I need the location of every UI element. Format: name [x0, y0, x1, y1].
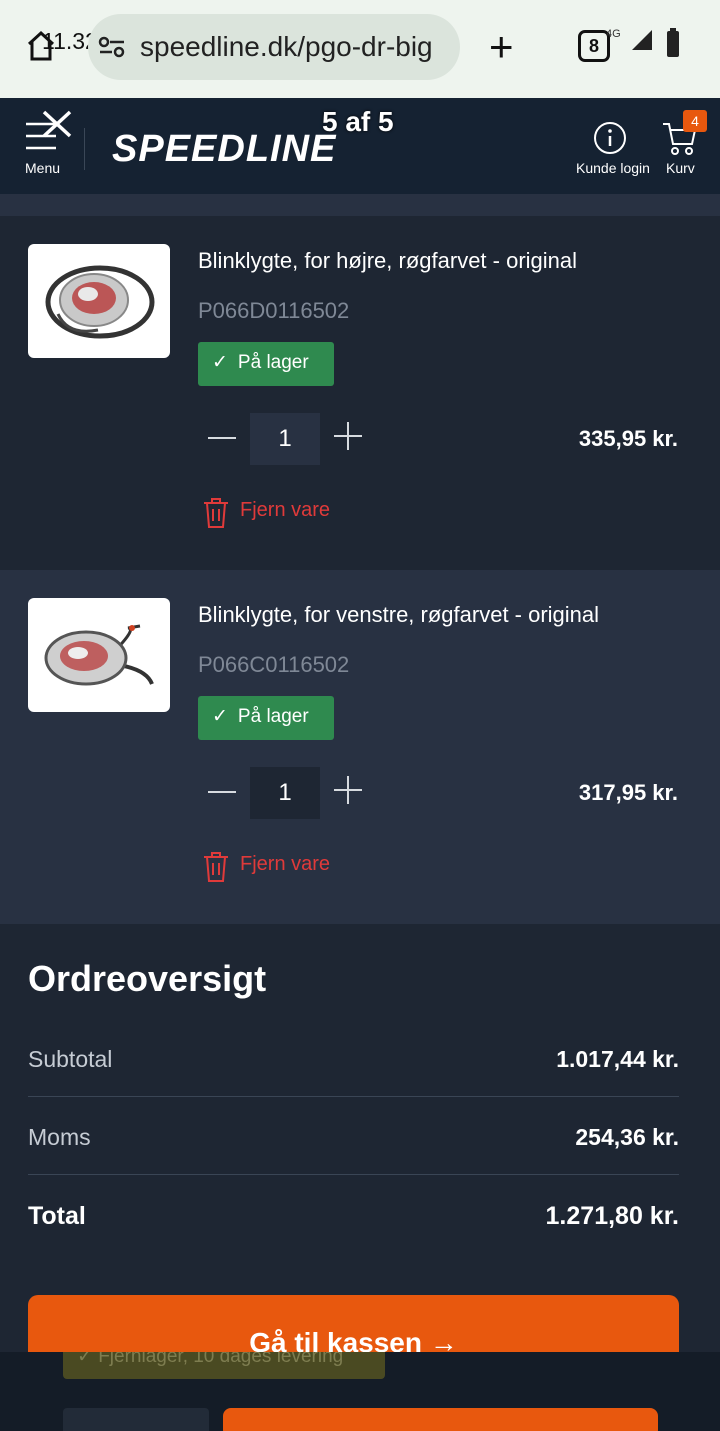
total-value: 1.271,80 kr. [545, 1202, 679, 1230]
vat-value: 254,36 kr. [575, 1124, 679, 1150]
new-tab-icon[interactable]: + [489, 26, 514, 68]
url-text[interactable]: speedline.dk/pgo-dr-big [140, 31, 450, 63]
summary-title: Ordreoversigt [28, 958, 267, 999]
turn-signal-image-icon [45, 265, 155, 339]
item-price: 317,95 kr. [578, 780, 678, 805]
cart-item: Blinklygte, for venstre, røgfarvet - ori… [0, 570, 720, 924]
product-image[interactable] [28, 598, 170, 712]
quantity-field[interactable]: 1 [250, 413, 320, 465]
network-type: 4G [606, 28, 621, 40]
increase-quantity-button[interactable] [334, 422, 362, 450]
product-sku: P066D0116502 [198, 298, 350, 323]
remove-item-button[interactable]: Fjern vare [240, 853, 330, 876]
stock-badge: ✓ På lager [198, 342, 334, 386]
increase-quantity-button[interactable] [334, 776, 362, 804]
total-label: Total [28, 1202, 86, 1230]
subtotal-value: 1.017,44 kr. [556, 1046, 679, 1072]
cart-label[interactable]: Kurv [666, 160, 695, 176]
decrease-quantity-button[interactable] [208, 791, 236, 793]
stock-label: På lager [237, 352, 309, 373]
vat-label: Moms [28, 1124, 91, 1150]
remote-stock-badge: ✓ Fjernlager, 10 dages levering [63, 1352, 385, 1379]
checkmark-icon: ✓ [212, 706, 228, 727]
header-divider [84, 128, 85, 170]
info-icon[interactable] [593, 121, 627, 155]
battery-icon [667, 28, 679, 57]
cart-panel: Blinklygte, for højre, røgfarvet - origi… [0, 194, 720, 1352]
cart-item: Blinklygte, for højre, røgfarvet - origi… [0, 216, 720, 570]
background-add-to-cart-button [223, 1408, 658, 1431]
remove-item-button[interactable]: Fjern vare [240, 499, 330, 522]
decrease-quantity-button[interactable] [208, 437, 236, 439]
quantity-field[interactable]: 1 [250, 767, 320, 819]
turn-signal-image-icon [44, 624, 154, 686]
order-summary: Ordreoversigt Subtotal 1.017,44 kr. Moms… [0, 924, 720, 1352]
product-sku: P066C0116502 [198, 652, 350, 677]
speedline-logo[interactable]: SPEEDLINE [112, 128, 336, 171]
menu-close-icon[interactable] [26, 110, 74, 150]
product-name[interactable]: Blinklygte, for højre, røgfarvet - origi… [198, 248, 577, 274]
summary-divider [28, 1174, 679, 1175]
site-settings-icon[interactable] [98, 36, 126, 58]
item-price: 335,95 kr. [578, 426, 678, 451]
panel-top-strip [0, 194, 720, 216]
summary-divider [28, 1096, 679, 1097]
subtotal-label: Subtotal [28, 1046, 113, 1072]
image-counter: 5 af 5 [322, 106, 394, 137]
browser-bar: 11.32 speedline.dk/pgo-dr-big + 8 4G [0, 0, 720, 98]
stock-badge: ✓ På lager [198, 696, 334, 740]
customer-login-label[interactable]: Kunde login [576, 160, 650, 176]
menu-label[interactable]: Menu [25, 160, 60, 176]
cart-count-badge: 4 [683, 110, 707, 132]
product-name[interactable]: Blinklygte, for venstre, røgfarvet - ori… [198, 602, 599, 628]
product-image[interactable] [28, 244, 170, 358]
stock-label: På lager [237, 706, 309, 727]
checkmark-icon: ✓ [212, 352, 228, 373]
background-quantity-box [63, 1408, 209, 1431]
background-page: ✓ Fjernlager, 10 dages levering [0, 1352, 720, 1431]
signal-icon [632, 30, 652, 50]
trash-icon[interactable] [203, 498, 229, 528]
trash-icon[interactable] [203, 852, 229, 882]
checkout-button[interactable]: Gå til kassen → [28, 1295, 679, 1352]
